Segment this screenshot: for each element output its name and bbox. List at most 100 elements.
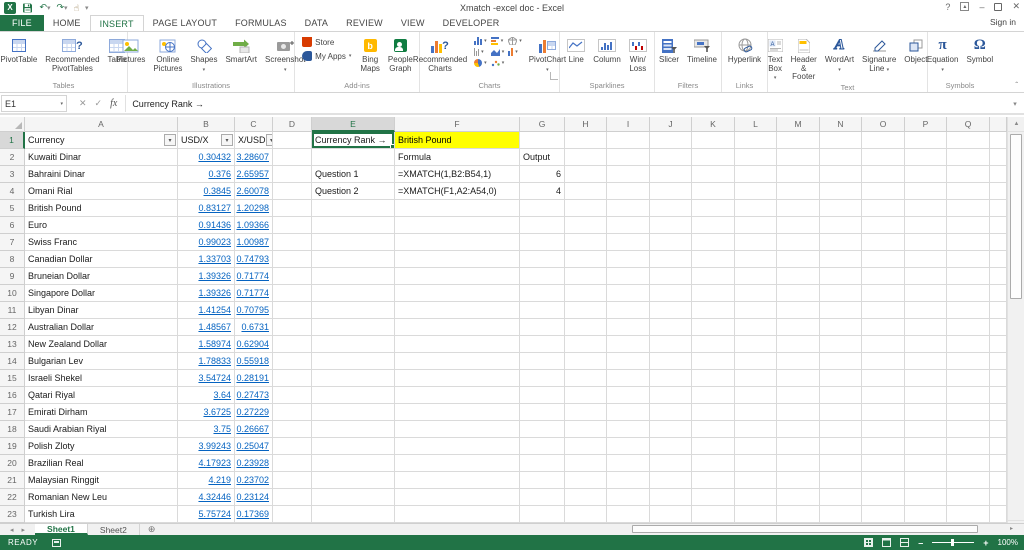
row-header-3[interactable]: 3 <box>0 166 25 183</box>
cell-F4[interactable]: =XMATCH(F1,A2:A54,0) <box>395 183 520 200</box>
column-header-M[interactable]: M <box>777 117 820 132</box>
my-apps-button[interactable]: My Apps ▾ <box>302 51 351 61</box>
ribbon-tab-page-layout[interactable]: PAGE LAYOUT <box>144 15 226 31</box>
hyperlink-value[interactable]: 3.75 <box>213 424 231 434</box>
row-header-20[interactable]: 20 <box>0 455 25 472</box>
cell-N22[interactable] <box>820 489 862 506</box>
cell-I12[interactable] <box>607 319 650 336</box>
insert-combo-chart-button[interactable]: ▾ <box>508 48 522 56</box>
cell-D7[interactable] <box>273 234 312 251</box>
hyperlink-value[interactable]: 0.91436 <box>198 220 231 230</box>
cell-N18[interactable] <box>820 421 862 438</box>
cell-I8[interactable] <box>607 251 650 268</box>
wordart-button[interactable]: A WordArt▾ <box>822 35 857 74</box>
cell-I11[interactable] <box>607 302 650 319</box>
cell-F7[interactable] <box>395 234 520 251</box>
cell-G8[interactable] <box>520 251 565 268</box>
pivottable-button[interactable]: PivotTable <box>0 35 40 65</box>
cell-G9[interactable] <box>520 268 565 285</box>
cell-L12[interactable] <box>735 319 777 336</box>
cell-D10[interactable] <box>273 285 312 302</box>
cell-L8[interactable] <box>735 251 777 268</box>
hyperlink-value[interactable]: 0.376 <box>208 169 231 179</box>
cell-L19[interactable] <box>735 438 777 455</box>
cell-Q14[interactable] <box>947 353 990 370</box>
cell-I17[interactable] <box>607 404 650 421</box>
cell-L17[interactable] <box>735 404 777 421</box>
name-box-dropdown-icon[interactable]: ▾ <box>60 101 63 107</box>
cell-G16[interactable] <box>520 387 565 404</box>
cell-D18[interactable] <box>273 421 312 438</box>
cell-O2[interactable] <box>862 149 905 166</box>
cell-E7[interactable] <box>312 234 395 251</box>
cell-C18[interactable]: 0.26667 <box>235 421 273 438</box>
cell-P11[interactable] <box>905 302 947 319</box>
cell-D8[interactable] <box>273 251 312 268</box>
cell-K21[interactable] <box>692 472 735 489</box>
column-header-L[interactable]: L <box>735 117 777 132</box>
cell-P13[interactable] <box>905 336 947 353</box>
cell-F2[interactable]: Formula <box>395 149 520 166</box>
cell-O5[interactable] <box>862 200 905 217</box>
cell-F14[interactable] <box>395 353 520 370</box>
cell-K5[interactable] <box>692 200 735 217</box>
cell-P8[interactable] <box>905 251 947 268</box>
cell-L4[interactable] <box>735 183 777 200</box>
cell-C7[interactable]: 1.00987 <box>235 234 273 251</box>
vertical-scrollbar-thumb[interactable] <box>1010 134 1022 299</box>
row-header-12[interactable]: 12 <box>0 319 25 336</box>
cell-G21[interactable] <box>520 472 565 489</box>
cell-N23[interactable] <box>820 506 862 523</box>
column-header-C[interactable]: C <box>235 117 273 132</box>
cell-F12[interactable] <box>395 319 520 336</box>
hyperlink-value[interactable]: 0.23124 <box>236 492 269 502</box>
cell-M5[interactable] <box>777 200 820 217</box>
cell-O6[interactable] <box>862 217 905 234</box>
cell-D1[interactable] <box>273 132 312 149</box>
cell-Q18[interactable] <box>947 421 990 438</box>
cell-I22[interactable] <box>607 489 650 506</box>
cell-E21[interactable] <box>312 472 395 489</box>
cell-Q22[interactable] <box>947 489 990 506</box>
cell-I18[interactable] <box>607 421 650 438</box>
vertical-scrollbar[interactable]: ▲ ▼ <box>1007 117 1024 535</box>
zoom-slider-thumb[interactable] <box>951 539 954 546</box>
cell-H21[interactable] <box>565 472 607 489</box>
cell-C13[interactable]: 0.62904 <box>235 336 273 353</box>
cell-K3[interactable] <box>692 166 735 183</box>
cell-M22[interactable] <box>777 489 820 506</box>
hyperlink-value[interactable]: 4.219 <box>208 475 231 485</box>
cell-E15[interactable] <box>312 370 395 387</box>
row-header-13[interactable]: 13 <box>0 336 25 353</box>
cell-E3[interactable]: Question 1 <box>312 166 395 183</box>
cell-Q9[interactable] <box>947 268 990 285</box>
hyperlink-value[interactable]: 3.99243 <box>198 441 231 451</box>
cell-F13[interactable] <box>395 336 520 353</box>
hyperlink-value[interactable]: 3.28607 <box>236 152 269 162</box>
cell-J23[interactable] <box>650 506 692 523</box>
cell-H17[interactable] <box>565 404 607 421</box>
cell-O8[interactable] <box>862 251 905 268</box>
cell-G17[interactable] <box>520 404 565 421</box>
cell-Q7[interactable] <box>947 234 990 251</box>
cell-G7[interactable] <box>520 234 565 251</box>
insert-scatter-chart-button[interactable]: ▾ <box>491 59 505 67</box>
cell-H22[interactable] <box>565 489 607 506</box>
hyperlink-value[interactable]: 0.6731 <box>241 322 269 332</box>
cell-H10[interactable] <box>565 285 607 302</box>
cell-I2[interactable] <box>607 149 650 166</box>
cell-P1[interactable] <box>905 132 947 149</box>
cell-A13[interactable]: New Zealand Dollar <box>25 336 178 353</box>
online-pictures-button[interactable]: Online Pictures <box>150 35 185 73</box>
cell-Q5[interactable] <box>947 200 990 217</box>
cell-I4[interactable] <box>607 183 650 200</box>
hyperlink-value[interactable]: 2.60078 <box>236 186 269 196</box>
cell-P7[interactable] <box>905 234 947 251</box>
cell-O18[interactable] <box>862 421 905 438</box>
cell-K23[interactable] <box>692 506 735 523</box>
cell-M7[interactable] <box>777 234 820 251</box>
cell-B23[interactable]: 5.75724 <box>178 506 235 523</box>
cell-J4[interactable] <box>650 183 692 200</box>
ribbon-tab-insert[interactable]: INSERT <box>90 15 144 31</box>
cell-M4[interactable] <box>777 183 820 200</box>
